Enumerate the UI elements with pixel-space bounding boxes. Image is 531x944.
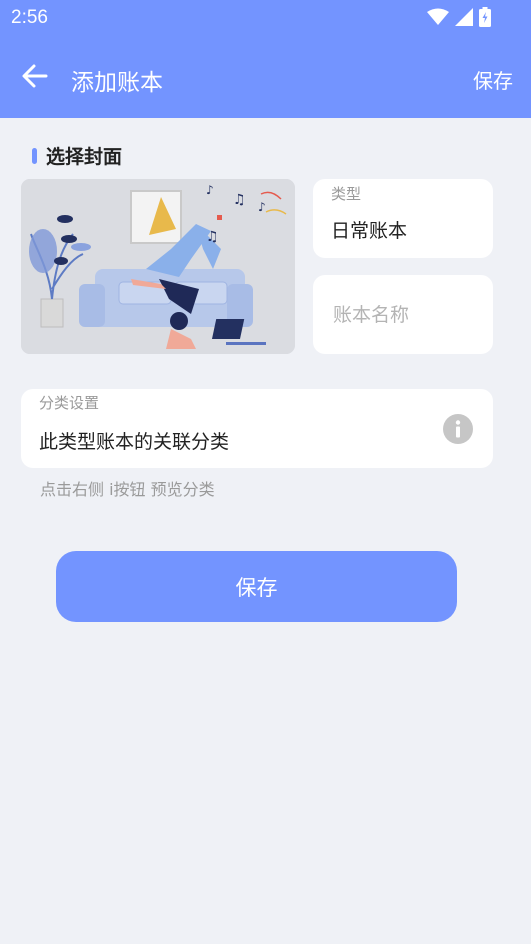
svg-text:♫: ♫ [233, 192, 246, 208]
book-name-input[interactable] [331, 297, 485, 333]
svg-text:♪: ♪ [258, 200, 266, 214]
signal-icon [455, 8, 473, 26]
battery-icon [479, 7, 491, 27]
section-accent-bar [32, 147, 37, 164]
type-label: 类型 [331, 185, 362, 203]
cover-image-picker[interactable]: ♪ ♫ ♫ ♪ [21, 179, 295, 354]
wifi-icon [427, 8, 449, 25]
svg-text:♫: ♫ [206, 229, 219, 245]
status-icons [427, 7, 491, 27]
cover-section-label: 选择封面 [46, 146, 123, 168]
cover-illustration: ♪ ♫ ♫ ♪ [21, 179, 295, 354]
save-button[interactable]: 保存 [56, 551, 457, 622]
toolbar-save-button[interactable]: 保存 [473, 65, 513, 94]
status-time: 2:56 [11, 7, 48, 28]
category-label: 分类设置 [39, 394, 100, 412]
page-title: 添加账本 [71, 70, 163, 96]
svg-text:♪: ♪ [206, 183, 214, 197]
category-settings[interactable]: 分类设置 此类型账本的关联分类 [21, 389, 493, 468]
type-selector[interactable]: 类型 日常账本 [313, 179, 493, 258]
category-value: 此类型账本的关联分类 [39, 431, 230, 453]
app-bar: 添加账本 保存 [0, 36, 531, 118]
info-icon[interactable] [443, 414, 473, 444]
category-hint: 点击右侧 i按钮 预览分类 [40, 480, 215, 499]
status-bar: 2:56 [0, 0, 531, 36]
type-value: 日常账本 [331, 220, 408, 242]
book-name-card [313, 275, 493, 354]
back-arrow-icon[interactable] [20, 61, 50, 91]
cover-section-title: 选择封面 [32, 142, 122, 169]
